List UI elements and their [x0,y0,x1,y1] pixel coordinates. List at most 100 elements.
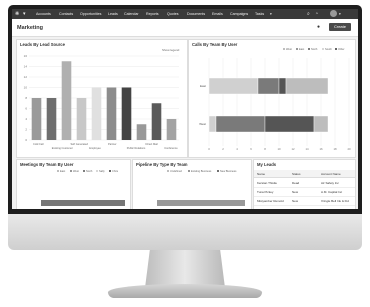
calls-legend-item: Other [335,48,345,51]
page-header: Marketing ● Create [12,19,358,37]
bar [151,103,162,140]
panel-title: My Leads [257,162,277,167]
lead-status: Dead [292,181,300,185]
nav-item-calendar[interactable]: Calendar [124,12,139,16]
x-tick-label: Existing Customer [52,146,73,150]
nav-item-contacts[interactable]: Contacts [59,12,73,16]
bar-segment [208,77,259,95]
lead-account[interactable]: Air Safety Inc [321,181,339,185]
y-tick-label: 10 [24,86,28,90]
nav-item-opportunities[interactable]: Opportunities [80,12,101,16]
dashboard-settings-icon[interactable]: ● [317,24,320,30]
monitor-stand-neck [145,250,225,288]
column-header-account[interactable]: Account Name [321,172,341,176]
table-row[interactable]: Kerstan Thistle Dead Air Safety Inc [254,179,355,188]
calls-by-team-panel: Calls By Team By User West East North So… [188,39,356,158]
table-row[interactable]: Tuna Pickey New A.M. Capital Inc [254,188,355,197]
x-tick-label: Employee [89,146,101,150]
meetings-panel: Meetings By Team By User East West North… [16,159,131,209]
avatar[interactable] [330,10,337,17]
nav-item-quotes[interactable]: Quotes [167,12,179,16]
meetings-legend-item: North [83,170,92,173]
bar [121,87,132,140]
calls-legend-item: West [283,48,292,51]
nav-item-accounts[interactable]: Accounts [36,12,51,16]
y-tick-label: 16 [24,54,28,58]
pipeline-legend-item: Existing Business [188,170,211,173]
y-tick-label: 6 [25,107,27,111]
search-icon[interactable]: ⌕ [307,11,310,17]
x-tick-label: 10 [277,147,281,151]
meetings-legend-item: Chris [109,170,118,173]
panel-title: Calls By Team By User [192,42,238,47]
pipeline-legend-item: Undefined [167,170,182,173]
column-header-status[interactable]: Status [292,172,301,176]
x-tick-label: Public Relations [127,146,146,150]
create-button[interactable]: Create [329,23,351,31]
x-tick-label: 8 [264,147,266,151]
meetings-legend-item: East [57,170,65,173]
pipeline-panel: Pipeline By Type By Team Undefined Exist… [132,159,252,209]
panel-title: Pipeline By Type By Team [136,162,188,167]
lead-status: New [292,190,299,194]
calls-legend-item: North [308,48,317,51]
bar-segment [285,77,329,95]
panel-title: Meetings By Team By User [20,162,74,167]
bar-segment [278,77,287,95]
lead-account[interactable]: A.M. Capital Inc [321,190,342,194]
lead-status: New [292,199,299,203]
bar [46,98,57,140]
column-header-name[interactable]: Name [257,172,265,176]
monitor-chin [8,214,362,250]
nav-item-leads[interactable]: Leads [108,12,118,16]
bar-segment [215,115,266,133]
bar [106,87,117,140]
bar [91,87,102,140]
user-menu-chevron-icon[interactable]: ▾ [339,12,341,16]
calls-legend-item: East [296,48,304,51]
table-row[interactable]: Mistyamber Remold New Xringle Bell Ink &… [254,197,355,206]
meetings-legend-item: Sally [96,170,105,173]
lead-name[interactable]: Tuna Pickey [257,190,273,194]
x-tick-label: Partner [108,142,117,146]
x-tick-label: 12 [291,147,295,151]
y-tick-label: 12 [24,75,28,79]
x-tick-label: Conference [164,146,178,150]
notifications-icon[interactable]: ◔ [315,11,318,17]
nav-item-campaigns[interactable]: Campaigns [230,12,248,16]
nav-item-reports[interactable]: Reports [146,12,159,16]
bar [31,98,42,140]
more-chevron-icon[interactable]: ▾ [270,12,272,16]
my-leads-panel: My Leads Name Status Account Name Kersta… [253,159,356,209]
bar-segment [257,77,280,95]
pipeline-legend-item: New Business [217,170,236,173]
app-logo-icon[interactable]: ❋ [15,11,19,17]
y-tick-label: 0 [25,138,27,142]
y-tick-label: East [200,84,206,88]
x-tick-label: 6 [250,147,252,151]
bar-segment [313,115,329,133]
lead-account[interactable]: Xringle Bell Ink & Fid [321,199,349,203]
lead-name[interactable]: Kerstan Thistle [257,181,277,185]
bar [76,98,87,140]
bar [61,61,72,140]
x-tick-label: 0 [208,147,210,151]
lead-name[interactable]: Mistyamber Remold [257,199,284,203]
pipeline-chart-bar [157,200,245,206]
leads-table-header: Name Status Account Name [254,170,355,178]
home-icon[interactable]: ▾ [23,11,26,17]
screen: ❋ ▾ Accounts Contacts Opportunities Lead… [12,9,358,209]
y-tick-label: 2 [25,128,27,132]
x-tick-label: Self Generated [71,142,89,146]
nav-item-emails[interactable]: Emails [212,12,223,16]
calls-hbar-chart: 0 2 4 6 8 10 12 14 16 18 20 East West [199,58,351,151]
nav-item-tasks[interactable]: Tasks [255,12,264,16]
leads-bar-chart: 0 2 4 6 8 10 12 14 16 Cold Call Existing CustomerS… [24,54,179,150]
bar [166,119,177,140]
x-tick-label: 4 [236,147,238,151]
nav-item-documents[interactable]: Documents [187,12,205,16]
y-tick-label: West [199,122,206,126]
x-tick-label: 16 [319,147,323,151]
x-tick-label: 2 [222,147,224,151]
monitor-stand-base [108,284,262,298]
